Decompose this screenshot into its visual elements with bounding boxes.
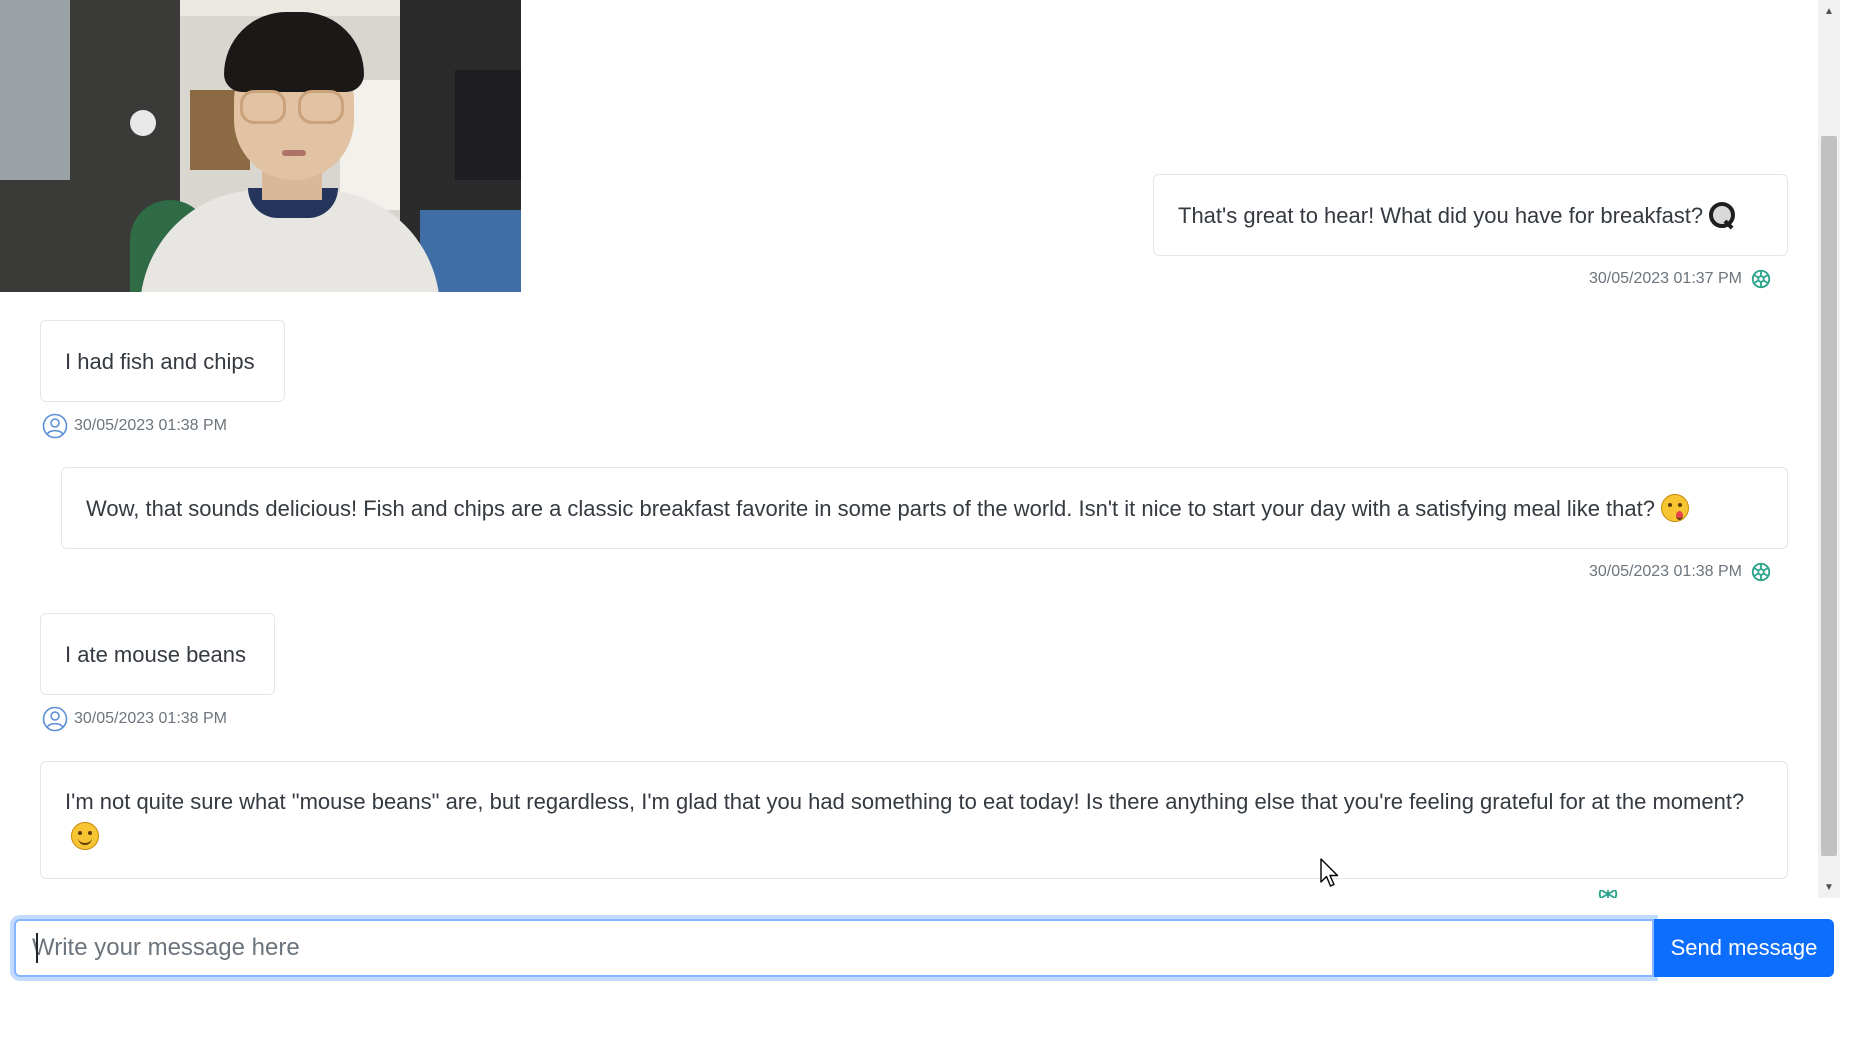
send-message-button[interactable]: Send message bbox=[1654, 919, 1834, 977]
message-text: I'm not quite sure what "mouse beans" ar… bbox=[65, 784, 1747, 854]
openai-logo-icon bbox=[1751, 562, 1771, 582]
openai-logo-icon bbox=[1598, 890, 1618, 898]
chat-history[interactable]: That's great to hear! What did you have … bbox=[0, 0, 1818, 898]
bot-message: Wow, that sounds delicious! Fish and chi… bbox=[61, 467, 1788, 549]
message-text: That's great to hear! What did you have … bbox=[1178, 202, 1704, 228]
message-meta: 30/05/2023 01:37 PM bbox=[1589, 268, 1772, 290]
message-timestamp: 30/05/2023 01:38 PM bbox=[74, 710, 228, 727]
chat-app: That's great to hear! What did you have … bbox=[0, 0, 1849, 1039]
chat-scrollbar[interactable]: ▲ ▼ bbox=[1818, 0, 1840, 898]
message-meta bbox=[1589, 890, 1619, 898]
message-text: I ate mouse beans bbox=[65, 641, 247, 667]
bot-message: I'm not quite sure what "mouse beans" ar… bbox=[40, 761, 1788, 879]
scroll-up-arrow-icon[interactable]: ▲ bbox=[1818, 0, 1840, 22]
webcam-video-feed bbox=[0, 0, 521, 292]
message-timestamp: 30/05/2023 01:37 PM bbox=[1589, 270, 1743, 287]
user-avatar-icon bbox=[42, 706, 68, 732]
user-avatar-icon bbox=[42, 413, 68, 439]
message-meta: 30/05/2023 01:38 PM bbox=[42, 413, 227, 439]
openai-logo-icon bbox=[1751, 269, 1771, 289]
message-text: I had fish and chips bbox=[65, 348, 255, 374]
user-message: I ate mouse beans bbox=[40, 613, 275, 695]
smiling-face-emoji bbox=[71, 822, 99, 850]
message-meta: 30/05/2023 01:38 PM bbox=[42, 706, 227, 732]
text-caret bbox=[36, 933, 38, 963]
message-input[interactable] bbox=[14, 919, 1654, 977]
camera-device bbox=[130, 110, 156, 136]
mouse-pointer-icon bbox=[1320, 858, 1339, 887]
message-meta: 30/05/2023 01:38 PM bbox=[1589, 561, 1772, 583]
bot-message: That's great to hear! What did you have … bbox=[1153, 174, 1788, 256]
message-timestamp: 30/05/2023 01:38 PM bbox=[1589, 563, 1743, 580]
scrollbar-thumb[interactable] bbox=[1821, 136, 1837, 856]
magnifying-glass-icon bbox=[1709, 202, 1736, 228]
message-composer: Send message bbox=[14, 919, 1834, 977]
user-message: I had fish and chips bbox=[40, 320, 285, 402]
message-timestamp: 30/05/2023 01:38 PM bbox=[74, 417, 228, 434]
scroll-down-arrow-icon[interactable]: ▼ bbox=[1818, 876, 1840, 898]
message-text: Wow, that sounds delicious! Fish and chi… bbox=[86, 495, 1655, 521]
yum-face-emoji bbox=[1660, 494, 1689, 522]
